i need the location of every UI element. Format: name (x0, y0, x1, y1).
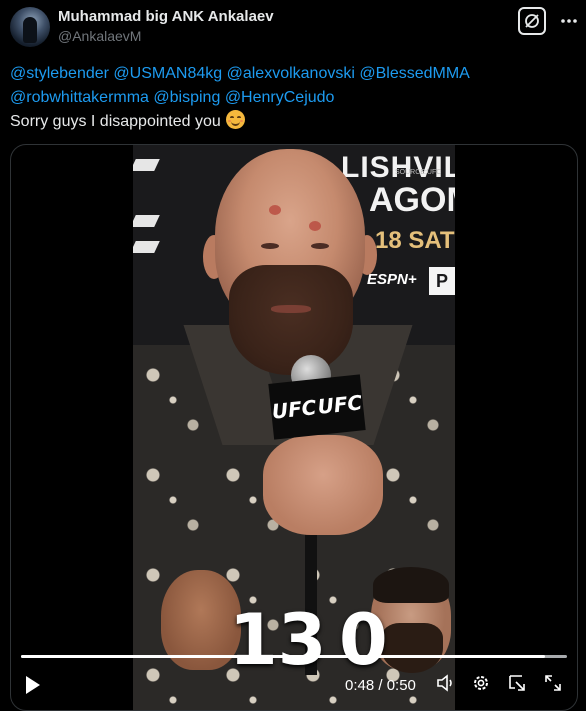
mention-link[interactable]: @USMAN84kg (113, 65, 222, 82)
gear-icon[interactable] (471, 673, 491, 693)
more-dots-icon[interactable] (560, 12, 578, 30)
backdrop-source: SOURCE:UFC (395, 169, 442, 176)
score-right: 0 (339, 599, 388, 681)
score-left: 13 (229, 599, 327, 681)
progress-bar[interactable] (21, 655, 567, 658)
video-frame[interactable]: LISHVILI SOURCE:UFC AGOMEI 18 SAT ESPN+ … (133, 145, 455, 710)
volume-icon[interactable] (436, 673, 456, 693)
play-icon[interactable] (21, 673, 45, 697)
grok-icon[interactable] (518, 7, 546, 35)
tweet-body: Sorry guys I disappointed you (10, 113, 221, 130)
mention-link[interactable]: @stylebender (10, 65, 109, 82)
fullscreen-icon[interactable] (543, 673, 563, 693)
video-player[interactable]: LISHVILI SOURCE:UFC AGOMEI 18 SAT ESPN+ … (10, 144, 578, 711)
mention-link[interactable]: @HenryCejudo (225, 89, 335, 106)
time-display: 0:48 / 0:50 (345, 677, 416, 694)
handle[interactable]: @AnkalaevM (58, 28, 141, 44)
backdrop-text: 18 SAT (375, 227, 455, 254)
mention-link[interactable]: @bisping (153, 89, 220, 106)
backdrop-text: LISHVILI (341, 151, 455, 184)
mic-label: UFC (270, 395, 318, 424)
espn-logo: ESPN+ (367, 271, 417, 288)
backdrop-text: AGOMEI (369, 181, 455, 219)
display-name[interactable]: Muhammad big ANK Ankalaev (58, 8, 274, 25)
mic-label: UFC (316, 390, 364, 419)
smiling-face-emoji-icon (225, 110, 245, 129)
mention-link[interactable]: @alexvolkanovski (227, 65, 355, 82)
avatar[interactable] (10, 7, 50, 47)
backdrop-box: P (429, 267, 455, 295)
progress-fill (21, 655, 546, 658)
hand (263, 435, 383, 535)
tweet-text: Sorry guys I disappointed you (10, 110, 245, 134)
mention-link[interactable]: @BlessedMMA (359, 65, 470, 82)
ufc-microphone: UFC UFC (268, 374, 366, 440)
fighter-beard (229, 265, 353, 375)
picture-in-picture-icon[interactable] (507, 673, 527, 693)
mention-link[interactable]: @robwhittakermma (10, 89, 149, 106)
tweet-mentions: @stylebender @USMAN84kg @alexvolkanovski… (10, 62, 576, 110)
